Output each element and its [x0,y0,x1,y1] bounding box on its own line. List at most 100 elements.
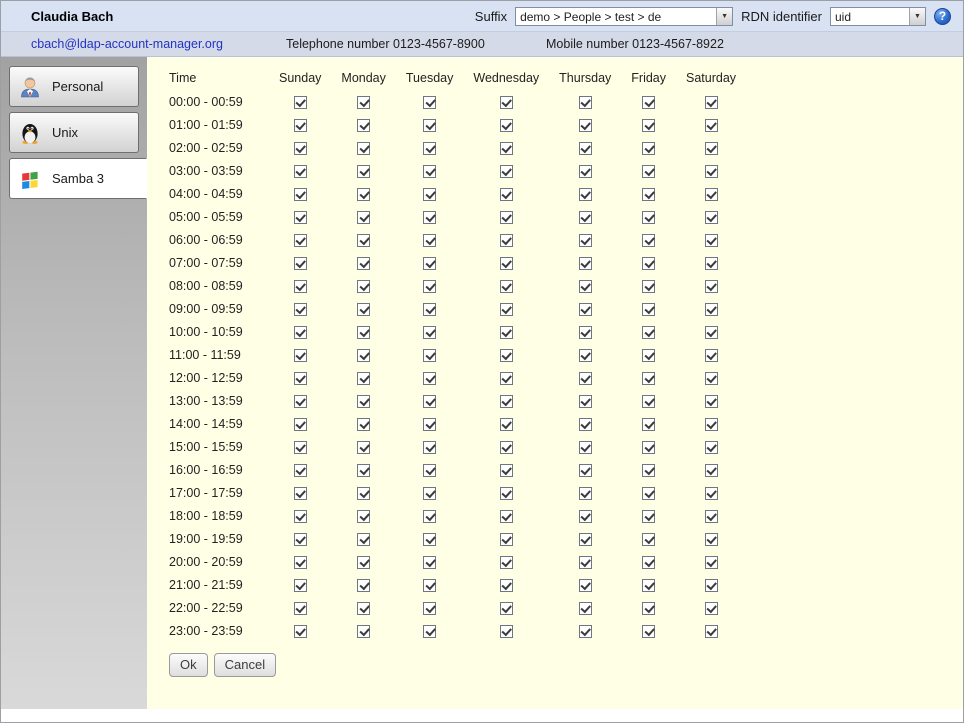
suffix-select[interactable]: demo > People > test > de ▼ [515,7,733,26]
logon-hour-checkbox[interactable] [705,142,718,155]
logon-hour-checkbox[interactable] [500,349,513,362]
logon-hour-checkbox[interactable] [579,602,592,615]
logon-hour-checkbox[interactable] [705,165,718,178]
logon-hour-checkbox[interactable] [294,395,307,408]
logon-hour-checkbox[interactable] [357,395,370,408]
logon-hour-checkbox[interactable] [579,96,592,109]
logon-hour-checkbox[interactable] [294,441,307,454]
logon-hour-checkbox[interactable] [579,119,592,132]
logon-hour-checkbox[interactable] [642,625,655,638]
logon-hour-checkbox[interactable] [357,234,370,247]
email-link[interactable]: cbach@ldap-account-manager.org [31,37,286,51]
logon-hour-checkbox[interactable] [705,556,718,569]
logon-hour-checkbox[interactable] [642,395,655,408]
logon-hour-checkbox[interactable] [500,625,513,638]
logon-hour-checkbox[interactable] [579,165,592,178]
logon-hour-checkbox[interactable] [579,211,592,224]
ok-button[interactable]: Ok [169,653,208,677]
logon-hour-checkbox[interactable] [357,142,370,155]
logon-hour-checkbox[interactable] [294,326,307,339]
logon-hour-checkbox[interactable] [642,510,655,523]
logon-hour-checkbox[interactable] [423,234,436,247]
logon-hour-checkbox[interactable] [423,418,436,431]
logon-hour-checkbox[interactable] [357,625,370,638]
logon-hour-checkbox[interactable] [705,211,718,224]
logon-hour-checkbox[interactable] [423,257,436,270]
logon-hour-checkbox[interactable] [705,395,718,408]
logon-hour-checkbox[interactable] [294,211,307,224]
logon-hour-checkbox[interactable] [357,510,370,523]
logon-hour-checkbox[interactable] [642,188,655,201]
sidebar-tab-unix[interactable]: Unix [9,112,139,153]
logon-hour-checkbox[interactable] [423,372,436,385]
logon-hour-checkbox[interactable] [642,165,655,178]
logon-hour-checkbox[interactable] [500,579,513,592]
logon-hour-checkbox[interactable] [357,257,370,270]
logon-hour-checkbox[interactable] [579,188,592,201]
logon-hour-checkbox[interactable] [579,257,592,270]
logon-hour-checkbox[interactable] [423,188,436,201]
logon-hour-checkbox[interactable] [423,326,436,339]
logon-hour-checkbox[interactable] [294,96,307,109]
logon-hour-checkbox[interactable] [423,510,436,523]
logon-hour-checkbox[interactable] [705,625,718,638]
logon-hour-checkbox[interactable] [423,119,436,132]
logon-hour-checkbox[interactable] [579,579,592,592]
logon-hour-checkbox[interactable] [294,602,307,615]
logon-hour-checkbox[interactable] [705,303,718,316]
logon-hour-checkbox[interactable] [294,418,307,431]
logon-hour-checkbox[interactable] [500,395,513,408]
logon-hour-checkbox[interactable] [579,303,592,316]
logon-hour-checkbox[interactable] [357,303,370,316]
logon-hour-checkbox[interactable] [579,418,592,431]
logon-hour-checkbox[interactable] [705,487,718,500]
logon-hour-checkbox[interactable] [642,441,655,454]
logon-hour-checkbox[interactable] [642,418,655,431]
logon-hour-checkbox[interactable] [500,326,513,339]
logon-hour-checkbox[interactable] [642,119,655,132]
help-icon[interactable]: ? [934,8,951,25]
logon-hour-checkbox[interactable] [705,464,718,477]
logon-hour-checkbox[interactable] [500,211,513,224]
logon-hour-checkbox[interactable] [500,142,513,155]
logon-hour-checkbox[interactable] [423,395,436,408]
logon-hour-checkbox[interactable] [423,349,436,362]
logon-hour-checkbox[interactable] [294,280,307,293]
logon-hour-checkbox[interactable] [500,602,513,615]
logon-hour-checkbox[interactable] [423,96,436,109]
logon-hour-checkbox[interactable] [500,556,513,569]
logon-hour-checkbox[interactable] [500,303,513,316]
logon-hour-checkbox[interactable] [357,211,370,224]
logon-hour-checkbox[interactable] [642,602,655,615]
logon-hour-checkbox[interactable] [705,602,718,615]
logon-hour-checkbox[interactable] [642,142,655,155]
logon-hour-checkbox[interactable] [500,487,513,500]
logon-hour-checkbox[interactable] [294,165,307,178]
logon-hour-checkbox[interactable] [705,418,718,431]
logon-hour-checkbox[interactable] [642,96,655,109]
logon-hour-checkbox[interactable] [642,464,655,477]
logon-hour-checkbox[interactable] [294,625,307,638]
logon-hour-checkbox[interactable] [500,533,513,546]
logon-hour-checkbox[interactable] [705,533,718,546]
logon-hour-checkbox[interactable] [642,303,655,316]
logon-hour-checkbox[interactable] [579,487,592,500]
logon-hour-checkbox[interactable] [642,349,655,362]
logon-hour-checkbox[interactable] [423,602,436,615]
logon-hour-checkbox[interactable] [642,326,655,339]
logon-hour-checkbox[interactable] [423,556,436,569]
logon-hour-checkbox[interactable] [579,441,592,454]
logon-hour-checkbox[interactable] [579,510,592,523]
logon-hour-checkbox[interactable] [357,487,370,500]
logon-hour-checkbox[interactable] [579,464,592,477]
logon-hour-checkbox[interactable] [423,303,436,316]
logon-hour-checkbox[interactable] [294,579,307,592]
logon-hour-checkbox[interactable] [357,188,370,201]
logon-hour-checkbox[interactable] [357,464,370,477]
sidebar-tab-personal[interactable]: Personal [9,66,139,107]
logon-hour-checkbox[interactable] [642,579,655,592]
logon-hour-checkbox[interactable] [294,372,307,385]
logon-hour-checkbox[interactable] [423,487,436,500]
logon-hour-checkbox[interactable] [642,234,655,247]
logon-hour-checkbox[interactable] [500,188,513,201]
